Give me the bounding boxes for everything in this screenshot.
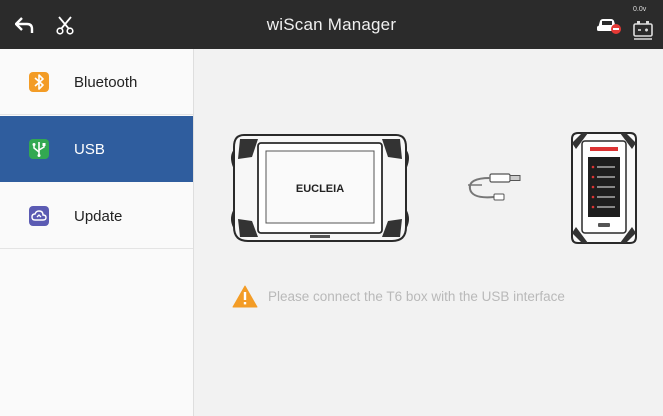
battery-icon [633,21,653,40]
sidebar-item-bluetooth[interactable]: Bluetooth [0,49,193,115]
battery-status: 0.0v [631,6,657,44]
divider [0,248,193,249]
car-disconnected-icon [595,0,623,49]
cloud-update-icon [29,206,49,226]
bluetooth-icon [29,72,49,92]
voltage-readout: 0.0v [633,6,647,13]
usb-icon [29,139,49,159]
tablet-illustration: EUCLEIA [231,134,409,242]
tablet-brand-text: EUCLEIA [296,183,344,195]
connection-notice: Please connect the T6 box with the USB i… [232,285,565,308]
sidebar-item-label: Update [74,207,123,225]
sidebar-item-update[interactable]: Update [0,183,193,249]
top-bar: wiScan Manager 0.0v [0,0,663,49]
sidebar: Bluetooth USB Update [0,49,194,416]
sidebar-item-label: Bluetooth [74,73,138,91]
notice-message: Please connect the T6 box with the USB i… [268,289,565,304]
usb-cable-illustration [468,173,521,201]
sidebar-item-label: USB [74,140,105,158]
t6-box-illustration [571,132,637,244]
page-title: wiScan Manager [266,15,397,34]
back-arrow-icon[interactable] [12,0,38,49]
main-content: EUCLEIA Please connect the T6 box with t… [194,49,663,416]
divider [0,114,193,115]
sidebar-item-usb[interactable]: USB [0,116,193,182]
scissors-icon[interactable] [52,0,78,49]
warning-icon [232,285,258,308]
